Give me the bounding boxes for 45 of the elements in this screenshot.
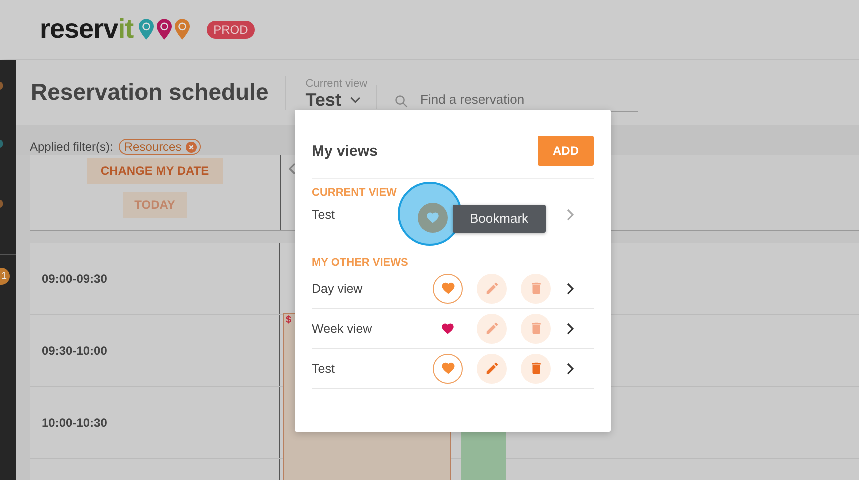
notification-badge: 1	[0, 268, 10, 285]
filter-label: Applied filter(s):	[30, 140, 114, 155]
tooltip: Bookmark	[453, 205, 546, 233]
view-name: Test	[312, 208, 336, 222]
delete-button[interactable]	[521, 274, 551, 304]
pencil-icon	[484, 281, 500, 296]
page-title: Reservation schedule	[31, 79, 269, 106]
time-slot: 09:30-10:00	[42, 344, 108, 358]
caret-icon	[350, 96, 362, 104]
section-heading: MY OTHER VIEWS	[312, 257, 410, 269]
map-pin-icon	[138, 19, 154, 40]
environment-badge: PROD	[206, 20, 256, 38]
time-slot: 09:00-09:30	[42, 272, 108, 286]
heart-button[interactable]	[433, 354, 463, 384]
map-pin-icon	[156, 19, 172, 40]
time-slot: 10:00-10:30	[42, 416, 108, 430]
view-name: Day view	[312, 282, 364, 296]
pencil-icon	[484, 321, 500, 336]
chevron-right-icon[interactable]	[566, 282, 574, 294]
view-name: Test	[312, 362, 336, 376]
heart-icon	[440, 281, 456, 296]
reservation-symbol: $	[286, 315, 292, 326]
date-button[interactable]: TODAY	[122, 192, 188, 218]
heart-icon	[440, 361, 456, 376]
pencil-icon	[484, 361, 500, 376]
chevron-right-icon[interactable]	[566, 362, 574, 374]
search-icon	[394, 94, 408, 108]
delete-button[interactable]	[521, 314, 551, 344]
heart-icon	[426, 211, 440, 225]
view-name: Week view	[312, 322, 374, 336]
edit-button[interactable]	[477, 274, 507, 304]
edit-button[interactable]	[477, 354, 507, 384]
chevron-left-icon[interactable]	[289, 163, 297, 175]
section-heading: CURRENT VIEW	[312, 187, 398, 199]
delete-button[interactable]	[521, 354, 551, 384]
chevron-right-icon[interactable]	[566, 322, 574, 334]
logo-text: reservit	[40, 14, 134, 45]
date-button[interactable]: CHANGE MY DATE	[86, 158, 224, 184]
panel-title: My views	[312, 142, 378, 160]
map-pin-icon	[174, 19, 190, 40]
heart-icon[interactable]	[441, 322, 455, 336]
close-icon[interactable]	[186, 142, 197, 152]
heart-button[interactable]	[433, 274, 463, 304]
add-button[interactable]: ADD	[538, 136, 594, 166]
edit-button[interactable]	[477, 314, 507, 344]
